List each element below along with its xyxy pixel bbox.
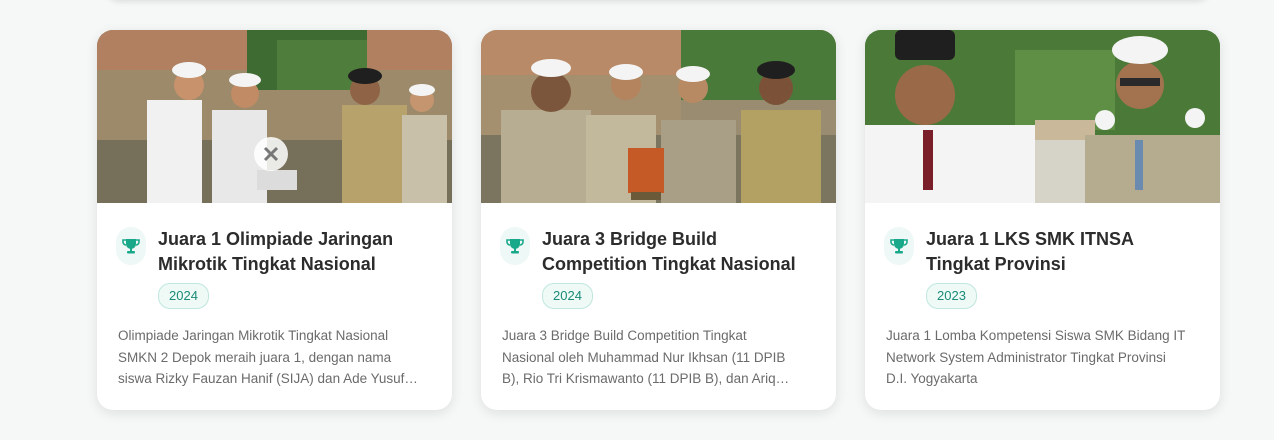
- trophy-icon: [116, 227, 146, 265]
- trophy-icon: [884, 227, 914, 265]
- achievement-title[interactable]: Juara 1 Olimpiade Jaringan Mikrotik Ting…: [158, 227, 428, 277]
- achievement-title[interactable]: Juara 1 LKS SMK ITNSA Tingkat Provinsi: [926, 227, 1196, 277]
- achievement-card[interactable]: Juara 1 LKS SMK ITNSA Tingkat Provinsi 2…: [865, 30, 1220, 410]
- achievement-description: Juara 3 Bridge Build Competition Tingkat…: [502, 328, 786, 386]
- trophy-icon: [500, 227, 530, 265]
- achievement-photo: [865, 30, 1220, 203]
- achievement-description: Olimpiade Jaringan Mikrotik Tingkat Nasi…: [118, 328, 405, 386]
- achievement-description: Juara 1 Lomba Kompetensi Siswa SMK Bidan…: [886, 328, 1186, 386]
- achievement-card[interactable]: Juara 1 Olimpiade Jaringan Mikrotik Ting…: [97, 30, 452, 410]
- year-badge: 2024: [158, 283, 209, 309]
- achievement-photo: [97, 30, 452, 203]
- year-badge: 2024: [542, 283, 593, 309]
- achievement-title[interactable]: Juara 3 Bridge Build Competition Tingkat…: [542, 227, 812, 277]
- achievement-photo: [481, 30, 836, 203]
- year-badge: 2023: [926, 283, 977, 309]
- trophy-object-icon: [254, 137, 288, 171]
- achievement-card[interactable]: Juara 3 Bridge Build Competition Tingkat…: [481, 30, 836, 410]
